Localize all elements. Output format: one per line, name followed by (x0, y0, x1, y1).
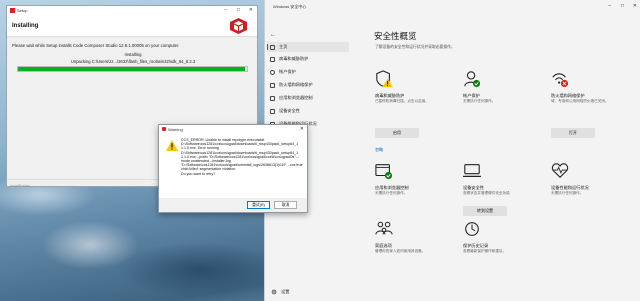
card-app-browser-control[interactable]: 应用和浏览器控制 无需执行任何操作。 (375, 162, 447, 222)
card-virus-protection[interactable]: 病毒和威胁防护 已暂停防病毒扫描。点击以启用。 启用 忽略 (375, 70, 447, 160)
maximize-icon[interactable]: □ (237, 7, 240, 13)
person-icon (270, 70, 275, 75)
warning-line: 1.1.0.exe --prefix "D:\Software\ccs1281\… (181, 154, 299, 164)
account-ok-icon (464, 71, 481, 88)
sidebar-item-label: 帐户保护 (279, 69, 296, 74)
setup-detail: Unpacking C:\Users\zz...\2632\flash_file… (70, 59, 196, 64)
sidebar-item-app-browser[interactable]: 应用和浏览器控制 (267, 93, 349, 103)
sidebar-item-label: 主页 (279, 44, 288, 49)
browser-ok-icon (375, 164, 393, 180)
sidebar-item-virus[interactable]: 病毒和威胁防护 (267, 54, 349, 64)
shield-icon (270, 57, 275, 62)
installer-brand: InstallBuilder (10, 184, 31, 188)
close-icon[interactable]: ✕ (249, 7, 253, 13)
card-description: 无需执行任何操作。 (375, 191, 408, 195)
card-description: 管理你的家人如何使用其设备。 (375, 249, 426, 253)
card-firewall[interactable]: 防火墙和网络保护 域、专用和公用网络防火墙已关闭。 打开 (551, 70, 623, 150)
card-family-options[interactable]: 家庭选项 管理你的家人如何使用其设备。 (375, 220, 447, 280)
warning-app-icon (162, 127, 166, 131)
setup-header: Installing (7, 15, 257, 37)
close-icon[interactable]: ✕ (300, 126, 304, 132)
minimize-icon[interactable]: – (608, 3, 611, 9)
cancel-button[interactable]: 取消 (274, 201, 297, 209)
ccs-logo-icon (230, 18, 247, 34)
health-icon (551, 163, 569, 179)
close-icon[interactable]: ✕ (633, 3, 637, 9)
progress-bar (17, 66, 248, 72)
setup-app-icon (10, 8, 15, 13)
home-icon (270, 45, 275, 50)
windows-security-window: Windows 安全中心 – □ ✕ ← ≡ 主页 病毒和威胁防护 帐户保护 防… (264, 0, 640, 301)
security-titlebar[interactable]: Windows 安全中心 – □ ✕ (265, 0, 640, 12)
sidebar-item-home[interactable]: 主页 (267, 42, 349, 52)
setup-status: Installing (124, 52, 142, 57)
dismiss-link[interactable]: 忽略 (375, 147, 383, 153)
maximize-icon[interactable]: □ (621, 3, 624, 9)
history-icon (465, 222, 479, 236)
setup-window-title: Setup (17, 8, 28, 13)
card-description: 已暂停防病毒扫描。点击以启用。 (375, 99, 429, 103)
sidebar-item-device-security[interactable]: 设备安全性 (267, 106, 349, 116)
window-icon (270, 96, 275, 101)
minimize-icon[interactable]: – (224, 7, 227, 13)
warning-window-title: Warning (168, 126, 183, 132)
enable-button[interactable]: 启用 (375, 128, 419, 138)
gear-icon (271, 289, 277, 295)
go-to-settings-button[interactable]: 转到设置 (463, 206, 507, 216)
settings-label: 设置 (281, 289, 290, 294)
turn-on-button[interactable]: 打开 (551, 128, 595, 138)
back-icon[interactable]: ← (270, 32, 276, 38)
page-title: 安全性概览 (374, 31, 417, 41)
security-window-title: Windows 安全中心 (273, 4, 307, 9)
dialog-button-bar: 重试(R) 取消 (159, 198, 307, 212)
virus-shield-warning-icon (376, 70, 393, 88)
main-content: 安全性概览 了解设备的安全性和运行状况并采取必要操作。 病毒和威胁防护 已暂停防… (351, 12, 640, 301)
card-description: 域、专用和公用网络防火墙已关闭。 (551, 99, 609, 103)
device-security-icon (463, 164, 481, 178)
warning-message: CCS_ERROR: Unable to install repotype ex… (181, 138, 305, 176)
warning-titlebar[interactable]: Warning ✕ (159, 125, 307, 133)
laptop-icon (270, 109, 275, 114)
card-protection-history[interactable]: 保护历史记录 查看最新保护操作和建议。 (463, 220, 535, 280)
progress-fill (18, 67, 245, 71)
card-description: 无需执行任何操作。 (551, 191, 584, 195)
warning-icon (166, 140, 178, 151)
card-description: 查看状态并管理硬件安全功能 (463, 191, 510, 195)
sidebar-item-firewall[interactable]: 防火墙和网络保护 (267, 80, 349, 90)
card-description: 查看最新保护操作和建议。 (463, 249, 507, 253)
sidebar-item-label: 设备安全性 (279, 108, 300, 113)
warning-line: Do you want to retry? (181, 171, 216, 176)
wifi-icon (270, 83, 275, 88)
sidebar-item-label: 应用和浏览器控制 (279, 95, 313, 100)
firewall-error-icon (552, 73, 569, 88)
setup-message: Please wait while Setup installs Code Co… (12, 43, 180, 48)
sidebar-item-label: 防火墙和网络保护 (279, 82, 313, 87)
retry-button[interactable]: 重试(R) (247, 201, 270, 209)
card-description: 无需执行任何操作。 (463, 99, 496, 103)
card-account-protection[interactable]: 帐户保护 无需执行任何操作。 (463, 70, 535, 130)
sidebar-item-label: 病毒和威胁防护 (279, 56, 309, 61)
setup-titlebar[interactable]: Setup – □ ✕ (7, 6, 257, 15)
card-device-health[interactable]: 设备性能和运行状况 无需执行任何操作。 (551, 162, 623, 222)
warning-dialog: Warning ✕ CCS_ERROR: Unable to install r… (158, 124, 308, 213)
sidebar-item-account[interactable]: 帐户保护 (267, 67, 349, 77)
setup-heading: Installing (12, 23, 39, 29)
page-subtitle: 了解设备的安全性和运行状况并采取必要操作。 (375, 45, 455, 49)
family-icon (375, 221, 393, 235)
sidebar-item-settings[interactable]: 设置 (267, 287, 347, 297)
